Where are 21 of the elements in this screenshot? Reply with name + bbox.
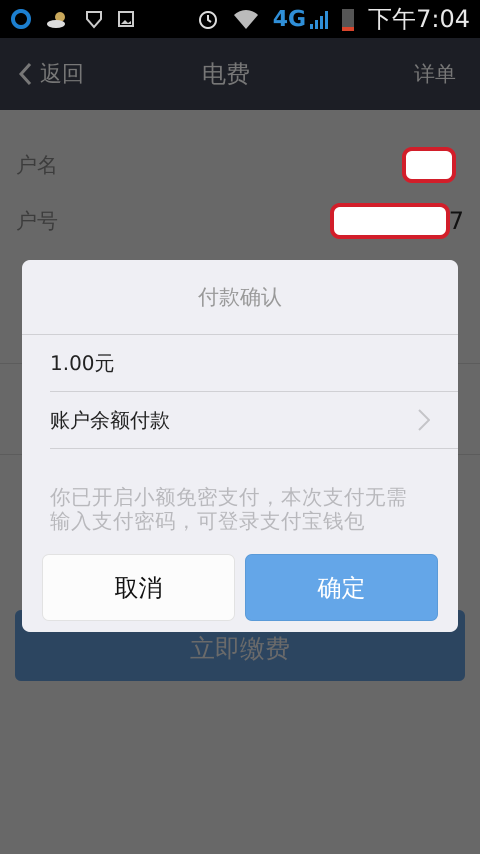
payment-method-item[interactable]: 账户余额付款 [50, 392, 458, 449]
alarm-icon [196, 8, 219, 30]
battery-icon [342, 7, 354, 31]
back-icon [18, 62, 32, 86]
details-link[interactable]: 详单 [408, 59, 462, 89]
back-button[interactable]: 返回 [18, 59, 84, 89]
clock: 下午7:04 [368, 4, 470, 35]
page-title: 电费 [201, 59, 251, 90]
signal-icon [308, 9, 328, 29]
chevron-icon [418, 409, 430, 431]
dialog-title: 付款确认 [22, 260, 458, 335]
wifi-icon [232, 9, 259, 29]
confirm-button[interactable]: 确定 [245, 554, 438, 621]
network-type: 4G [272, 6, 306, 32]
image-icon [118, 11, 134, 27]
browser-icon [10, 8, 32, 30]
dialog-message: 你已开启小额免密支付，本次支付无需输入支付密码，可登录支付宝钱包 [50, 485, 408, 533]
amount: 1.00元 [50, 350, 115, 376]
cancel-button[interactable]: 取消 [42, 554, 235, 621]
shield-icon [84, 9, 104, 29]
field-value: 7 [448, 207, 464, 235]
